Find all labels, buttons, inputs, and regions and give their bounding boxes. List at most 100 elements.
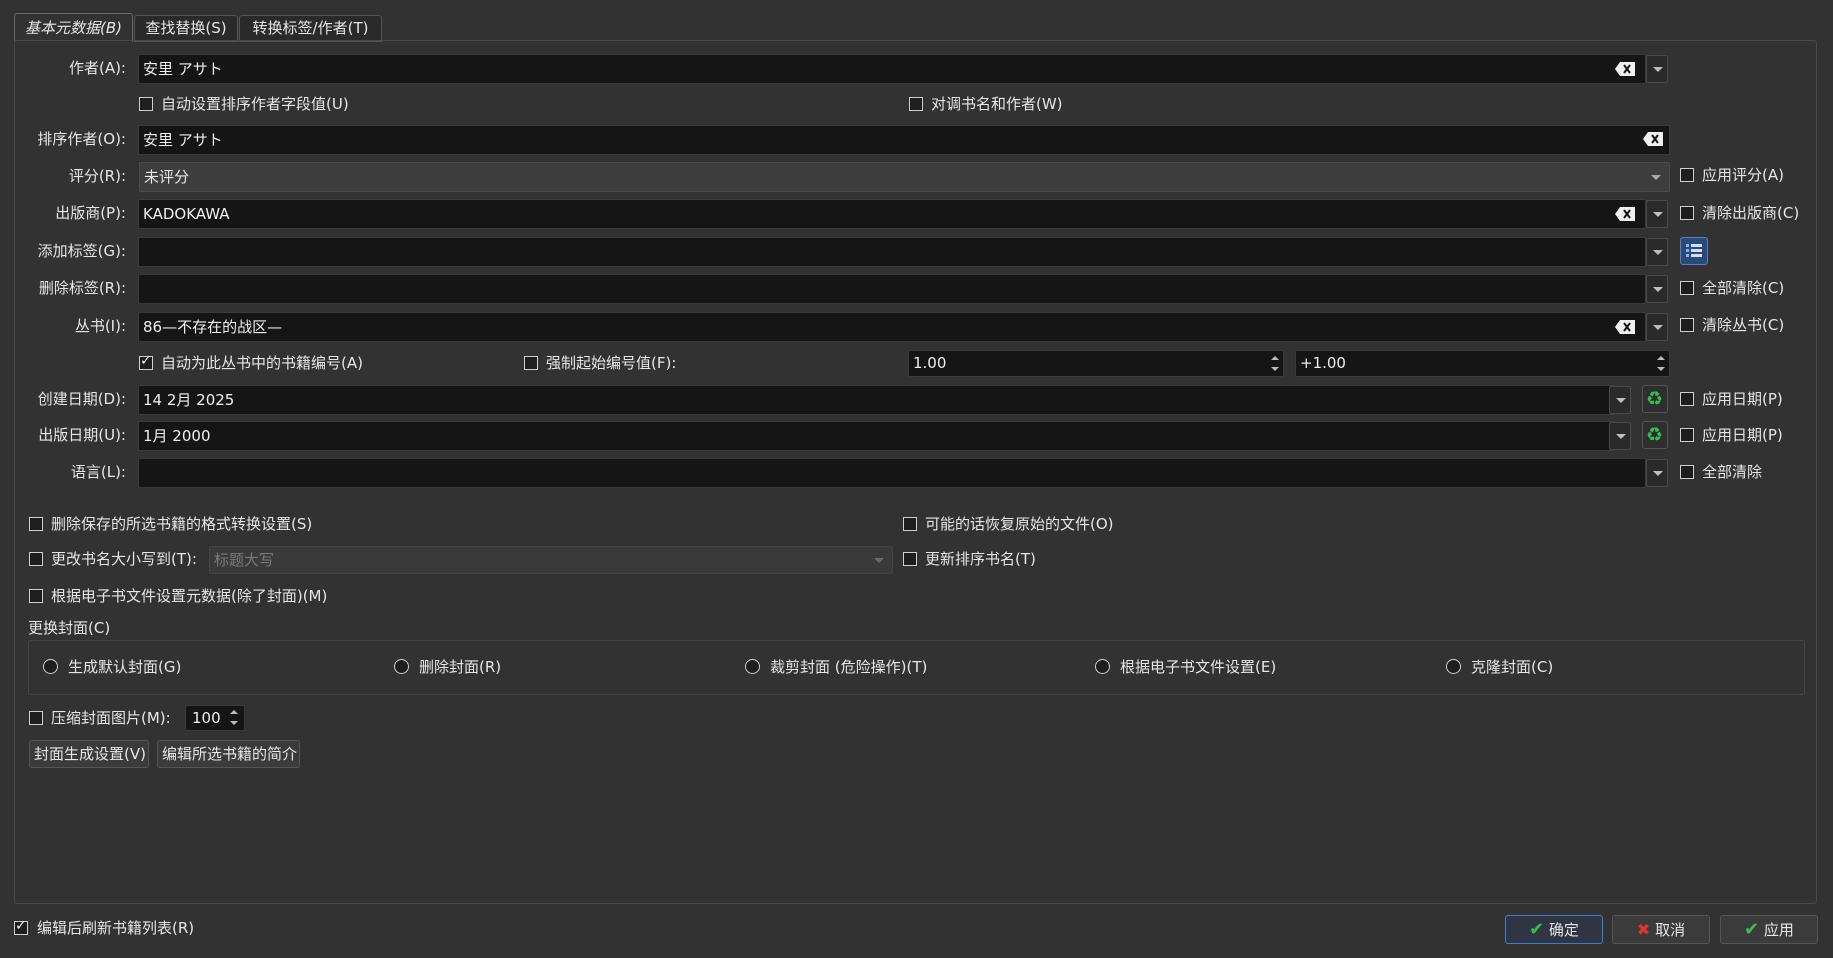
tab-label: 查找替换(S) [145,19,227,37]
remove-conversion-label: 删除保存的所选书籍的格式转换设置(S) [51,515,313,533]
cancel-button[interactable]: ✖ 取消 [1612,915,1710,944]
series-label: 丛书(I): [74,317,126,335]
apply-pubdate-label: 应用日期(P) [1702,426,1783,444]
force-start-label: 强制起始编号值(F): [546,354,677,372]
auto-number-checkbox[interactable] [139,353,153,370]
ok-button[interactable]: ✔ 确定 [1505,915,1603,944]
tab-find-replace[interactable]: 查找替换(S) [134,15,238,42]
restore-original-checkbox[interactable] [903,517,917,531]
apply-button[interactable]: ✔ 应用 [1720,915,1818,944]
update-sort-title-label: 更新排序书名(T) [925,550,1036,568]
clear-publisher-label: 清除出版商(C) [1702,204,1800,222]
set-from-file-checkbox[interactable] [29,589,43,603]
pubdate-dropdown-button[interactable] [1609,422,1631,450]
language-label: 语言(L): [70,463,126,481]
apply-rating-checkbox[interactable] [1680,168,1694,182]
clear-series-label: 清除丛书(C) [1702,316,1785,334]
tag-list-icon [1686,244,1702,257]
generate-default-cover-radio[interactable] [43,659,58,674]
change-case-checkbox[interactable] [29,552,43,566]
publisher-input[interactable]: KADOKAWA [138,199,1646,229]
clear-publisher-checkbox[interactable] [1680,206,1694,220]
trim-cover-label: 裁剪封面 (危险操作)(T) [770,658,928,676]
set-from-file-label: 根据电子书文件设置元数据(除了封面)(M) [51,587,328,605]
generate-default-cover-label: 生成默认封面(G) [68,658,182,676]
tab-basic-metadata[interactable]: 基本元数据(B) [14,13,133,42]
clear-author-sort-icon[interactable] [1643,132,1663,146]
trim-cover-radio[interactable] [745,659,760,674]
recycle-icon: ♻ [1646,388,1664,410]
edit-description-button[interactable]: 编辑所选书籍的简介 [157,740,300,768]
reset-created-date-button[interactable]: ♻ [1642,385,1668,413]
add-tags-dropdown-button[interactable] [1646,238,1668,266]
remove-tags-label: 删除标签(R): [38,279,126,297]
tag-editor-button[interactable] [1680,237,1708,265]
update-sort-title-checkbox[interactable] [903,552,917,566]
auto-sort-author-checkbox[interactable] [139,97,153,111]
tab-label: 基本元数据(B) [25,19,122,37]
series-input[interactable]: 86—不存在的战区— [138,312,1646,342]
refresh-after-edit-label: 编辑后刷新书籍列表(R) [37,919,195,937]
clear-series-checkbox[interactable] [1680,318,1694,332]
start-spinner-arrows[interactable] [1268,352,1282,376]
clear-languages-label: 全部清除 [1702,463,1763,481]
clear-all-tags-label: 全部清除(C) [1702,279,1785,297]
series-increment-input[interactable]: +1.00 [1295,350,1670,377]
language-input[interactable] [138,458,1646,488]
authors-dropdown-button[interactable] [1646,55,1668,83]
pubdate-input[interactable]: 1月 2000 [138,421,1616,451]
publisher-dropdown-button[interactable] [1646,200,1668,228]
case-select[interactable]: 标题大写 [209,546,893,574]
checkmark-icon: ✔ [1744,919,1760,940]
apply-created-date-checkbox[interactable] [1680,392,1694,406]
clear-series-icon[interactable] [1615,320,1635,334]
apply-pubdate-checkbox[interactable] [1680,428,1694,442]
apply-rating-label: 应用评分(A) [1702,166,1784,184]
ok-label: 确定 [1548,921,1579,939]
created-date-label: 创建日期(D): [37,390,126,408]
clear-publisher-icon[interactable] [1615,207,1635,221]
author-sort-input[interactable]: 安里 アサト [138,125,1670,155]
remove-cover-radio[interactable] [394,659,409,674]
cover-from-file-label: 根据电子书文件设置(E) [1120,658,1277,676]
clear-authors-icon[interactable] [1615,62,1635,76]
authors-input[interactable]: 安里 アサト [138,54,1646,84]
swap-title-author-checkbox[interactable] [909,97,923,111]
close-icon: ✖ [1636,920,1651,939]
compress-spinner-arrows[interactable] [227,706,241,730]
auto-sort-author-label: 自动设置排序作者字段值(U) [161,95,349,113]
remove-tags-input[interactable] [138,274,1646,304]
clear-all-tags-checkbox[interactable] [1680,281,1694,295]
cover-from-file-radio[interactable] [1095,659,1110,674]
chevron-down-icon [874,558,884,563]
rating-select[interactable]: 未评分 [139,162,1670,192]
clone-cover-radio[interactable] [1446,659,1461,674]
remove-conversion-checkbox[interactable] [29,517,43,531]
remove-tags-dropdown-button[interactable] [1646,275,1668,303]
series-dropdown-button[interactable] [1646,313,1668,341]
force-start-checkbox[interactable] [524,356,538,370]
add-tags-input[interactable] [138,237,1646,267]
created-date-input[interactable]: 14 2月 2025 [138,385,1616,415]
clear-languages-checkbox[interactable] [1680,465,1694,479]
change-case-label: 更改书名大小写到(T): [51,550,197,568]
compress-cover-checkbox[interactable] [29,711,43,725]
add-tags-label: 添加标签(G): [37,242,126,260]
series-start-input[interactable]: 1.00 [908,350,1284,377]
increment-spinner-arrows[interactable] [1654,352,1668,376]
cancel-label: 取消 [1655,921,1686,939]
tab-convert-tags[interactable]: 转换标签/作者(T) [239,15,382,42]
recycle-icon: ♻ [1646,424,1664,446]
chevron-down-icon [1651,175,1661,180]
refresh-after-edit-checkbox[interactable] [14,918,28,935]
cover-generation-settings-button[interactable]: 封面生成设置(V) [29,740,149,768]
author-sort-label: 排序作者(O): [37,130,126,148]
publisher-label: 出版商(P): [55,204,126,222]
reset-pubdate-button[interactable]: ♻ [1642,421,1668,449]
language-dropdown-button[interactable] [1646,459,1668,487]
rating-value: 未评分 [144,168,190,186]
compress-cover-label: 压缩封面图片(M): [51,709,171,727]
change-cover-group-label: 更换封面(C) [28,619,111,637]
created-date-dropdown-button[interactable] [1609,386,1631,414]
checkmark-icon: ✔ [1529,919,1545,940]
